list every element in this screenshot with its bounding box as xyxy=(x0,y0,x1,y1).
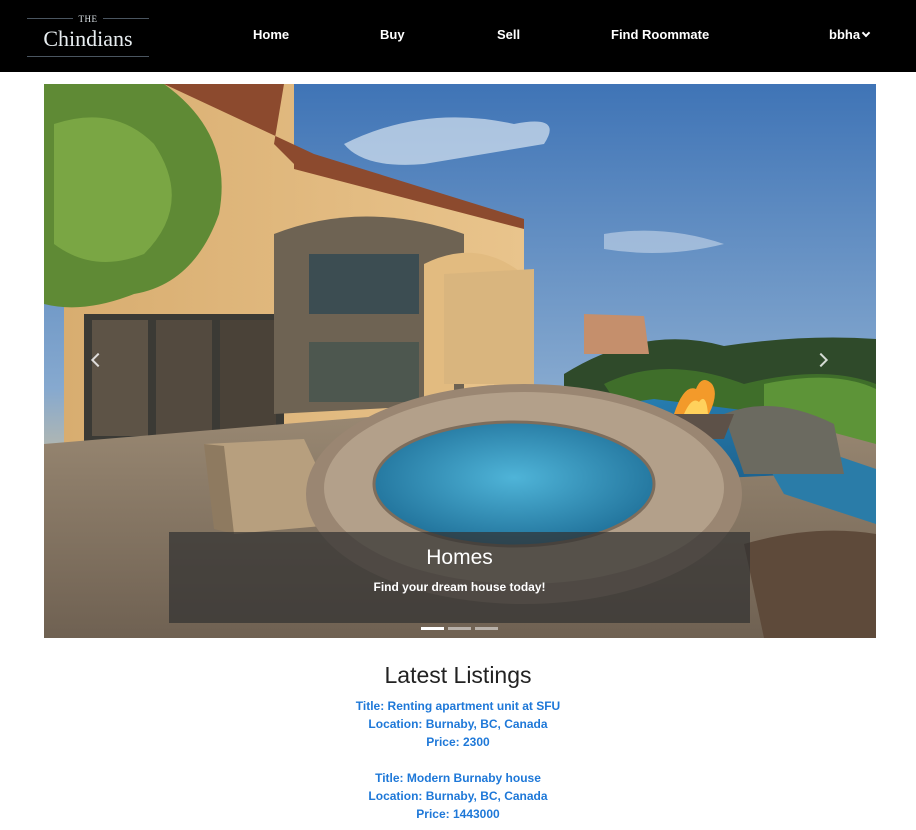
carousel-caption: Homes Find your dream house today! xyxy=(169,532,750,623)
carousel-next-button[interactable] xyxy=(813,346,834,376)
listing-title[interactable]: Title: Renting apartment unit at SFU xyxy=(0,697,916,715)
listing-item[interactable]: Title: Modern Burnaby house Location: Bu… xyxy=(0,769,916,823)
latest-listings-heading: Latest Listings xyxy=(384,662,532,688)
logo-rule xyxy=(27,56,149,57)
logo-name: Chindians xyxy=(43,26,133,51)
listing-item[interactable]: Title: Renting apartment unit at SFU Loc… xyxy=(0,697,916,751)
user-menu-dropdown[interactable]: bbha xyxy=(829,27,871,42)
chevron-left-icon xyxy=(90,352,106,368)
nav-sell-link[interactable]: Sell xyxy=(497,27,520,42)
brand-logo[interactable]: THE Chindians xyxy=(27,14,149,59)
chevron-down-icon xyxy=(861,28,871,38)
listing-location[interactable]: Location: Burnaby, BC, Canada xyxy=(0,787,916,805)
carousel-indicator-1[interactable] xyxy=(421,627,444,630)
listing-title[interactable]: Title: Modern Burnaby house xyxy=(0,769,916,787)
listing-price[interactable]: Price: 1443000 xyxy=(0,805,916,823)
nav-find-roommate-link[interactable]: Find Roommate xyxy=(611,27,709,42)
listing-price[interactable]: Price: 2300 xyxy=(0,733,916,751)
carousel-indicator-3[interactable] xyxy=(475,627,498,630)
listing-location[interactable]: Location: Burnaby, BC, Canada xyxy=(0,715,916,733)
logo-the: THE xyxy=(78,14,98,24)
chevron-right-icon xyxy=(813,352,829,368)
caption-title: Homes xyxy=(426,546,493,569)
hero-carousel: Homes Find your dream house today! xyxy=(44,84,876,638)
nav-home-link[interactable]: Home xyxy=(253,27,289,42)
carousel-prev-button[interactable] xyxy=(86,346,106,376)
nav-buy-link[interactable]: Buy xyxy=(380,27,405,42)
user-name: bbha xyxy=(829,27,861,42)
caption-text: Find your dream house today! xyxy=(373,580,546,594)
carousel-indicator-2[interactable] xyxy=(448,627,471,630)
navbar: THE Chindians Home Buy Sell Find Roommat… xyxy=(0,0,916,72)
